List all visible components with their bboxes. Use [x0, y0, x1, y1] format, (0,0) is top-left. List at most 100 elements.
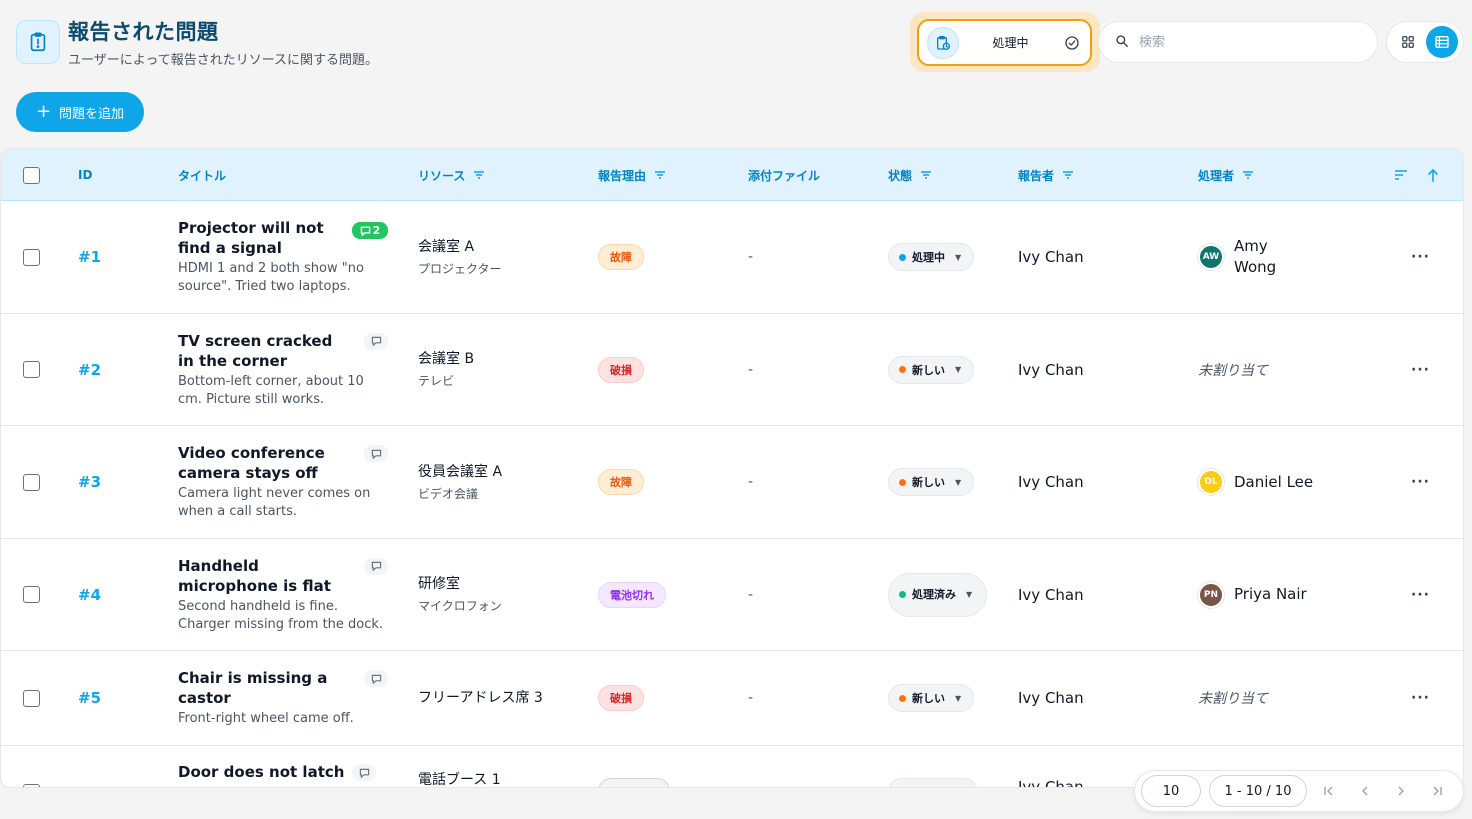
- status-dot: [899, 694, 906, 702]
- assignee-unassigned: 未割り当て: [1198, 362, 1268, 379]
- comment-icon: [360, 226, 370, 236]
- clipboard-clock-icon: [927, 26, 959, 59]
- resource-type: プロジェクター: [418, 261, 502, 276]
- resource-cell: 会議室 A プロジェクター: [418, 201, 502, 313]
- caret-down-icon: ▼: [966, 590, 973, 599]
- table-row[interactable]: #1 Projector will not find a signal 2 HD…: [1, 201, 1463, 314]
- assignee-name: Daniel Lee: [1234, 472, 1314, 491]
- status-filter-chip[interactable]: 処理中: [917, 19, 1092, 66]
- check-circle-icon[interactable]: [1062, 33, 1082, 53]
- resource-cell: 電話ブース 1: [418, 746, 501, 788]
- issue-id[interactable]: #5: [78, 651, 101, 745]
- issue-id[interactable]: #4: [78, 539, 101, 650]
- add-issue-button[interactable]: + 問題を追加: [16, 92, 144, 132]
- resource-type: テレビ: [418, 374, 455, 388]
- column-reason[interactable]: 報告理由: [598, 149, 666, 201]
- assignee-cell[interactable]: 未割り当て: [1198, 314, 1268, 425]
- plus-icon: +: [35, 101, 52, 122]
- table-row[interactable]: #3 Video conference camera stays off Cam…: [1, 426, 1463, 539]
- table-row[interactable]: #5 Chair is missing a castor Front-right…: [1, 651, 1463, 746]
- status-dropdown[interactable]: 新しい ▼: [888, 355, 975, 384]
- avatar: AW: [1198, 244, 1224, 270]
- column-attachments[interactable]: 添付ファイル: [748, 149, 820, 201]
- list-view-icon[interactable]: [1426, 26, 1458, 58]
- row-checkbox[interactable]: [23, 201, 40, 313]
- status-dot: [899, 591, 906, 598]
- issues-icon: [16, 20, 60, 64]
- more-actions-icon[interactable]: ···: [1411, 651, 1430, 745]
- status-dot: [899, 366, 906, 373]
- issue-id[interactable]: #1: [78, 201, 101, 313]
- page-title: 報告された問題: [68, 20, 219, 44]
- page-size-select[interactable]: 10: [1141, 775, 1201, 807]
- filter-icon[interactable]: [920, 170, 932, 180]
- issue-title[interactable]: Video conference camera stays off: [178, 443, 350, 483]
- status-label: 処理中: [912, 251, 945, 264]
- next-page-icon[interactable]: [1387, 777, 1415, 805]
- status-dropdown[interactable]: 新しい ▼: [888, 468, 975, 496]
- sort-asc-icon[interactable]: [1427, 149, 1439, 201]
- more-actions-icon[interactable]: ···: [1411, 426, 1430, 538]
- resource-cell: 会議室 B テレビ: [418, 314, 474, 425]
- column-status[interactable]: 状態: [888, 149, 932, 201]
- issue-title[interactable]: Projector will not find a signal: [178, 218, 350, 258]
- resource-name: 研修室: [418, 576, 460, 592]
- issue-id[interactable]: #2: [78, 314, 101, 425]
- table-row[interactable]: #4 Handheld microphone is flat Second ha…: [1, 539, 1463, 651]
- comment-icon[interactable]: [364, 445, 388, 462]
- issue-title[interactable]: Door does not latch: [178, 762, 344, 782]
- assignee-cell[interactable]: PN Priya Nair: [1198, 539, 1307, 650]
- row-checkbox[interactable]: [23, 539, 40, 650]
- issue-title-cell: Handheld microphone is flat Second handh…: [178, 539, 388, 650]
- status-dropdown[interactable]: 処理中 ▼: [888, 243, 975, 271]
- first-page-icon[interactable]: [1315, 777, 1343, 805]
- reporter-name: Ivy Chan: [1018, 248, 1084, 266]
- assignee-cell[interactable]: DL Daniel Lee: [1198, 426, 1313, 538]
- filter-icon[interactable]: [1242, 170, 1254, 180]
- attachments-value: -: [748, 474, 754, 490]
- resource-name: 電話ブース 1: [418, 772, 501, 788]
- status-dropdown[interactable]: 新しい ▼: [888, 684, 975, 712]
- reporter-name: Ivy Chan: [1018, 689, 1084, 707]
- status-dropdown[interactable]: 処理済み ▼: [888, 572, 988, 617]
- issue-title[interactable]: Handheld microphone is flat: [178, 556, 350, 596]
- row-checkbox[interactable]: [23, 746, 40, 787]
- column-reporter[interactable]: 報告者: [1018, 149, 1074, 201]
- grid-view-icon[interactable]: [1397, 31, 1419, 53]
- more-actions-icon[interactable]: ···: [1411, 314, 1430, 425]
- column-title[interactable]: タイトル: [178, 149, 226, 201]
- sort-lines-icon[interactable]: [1394, 149, 1408, 201]
- comment-icon[interactable]: [364, 332, 388, 350]
- column-resource[interactable]: リソース: [418, 149, 485, 201]
- filter-icon[interactable]: [654, 170, 666, 180]
- assignee-name: Priya Nair: [1234, 585, 1307, 603]
- comment-count-badge[interactable]: 2: [352, 222, 388, 239]
- comment-icon[interactable]: [364, 557, 388, 575]
- more-actions-icon[interactable]: ···: [1411, 201, 1430, 313]
- assignee-cell[interactable]: 未割り当て: [1198, 651, 1268, 745]
- issue-title[interactable]: TV screen cracked in the corner: [178, 331, 350, 371]
- last-page-icon[interactable]: [1423, 777, 1451, 805]
- row-checkbox[interactable]: [23, 314, 40, 425]
- resource-cell: 役員会議室 A ビデオ会議: [418, 426, 502, 538]
- prev-page-icon[interactable]: [1351, 777, 1379, 805]
- search-input[interactable]: [1139, 34, 1359, 50]
- column-assignee[interactable]: 処理者: [1198, 149, 1254, 201]
- row-checkbox[interactable]: [23, 426, 40, 538]
- comment-icon[interactable]: [364, 670, 388, 687]
- status-dropdown[interactable]: [888, 778, 978, 787]
- row-checkbox[interactable]: [23, 651, 40, 745]
- more-actions-icon[interactable]: ···: [1411, 539, 1430, 650]
- resource-type: ビデオ会議: [418, 486, 479, 501]
- comment-icon[interactable]: [352, 764, 377, 781]
- issue-title[interactable]: Chair is missing a castor: [178, 668, 350, 708]
- column-id[interactable]: ID: [78, 149, 92, 201]
- filter-icon[interactable]: [1062, 170, 1074, 180]
- reason-badge: 破損: [598, 356, 644, 383]
- table-row[interactable]: #2 TV screen cracked in the corner Botto…: [1, 314, 1463, 426]
- assignee-cell[interactable]: AW Amy Wong: [1198, 201, 1294, 313]
- select-all-checkbox[interactable]: [23, 149, 40, 201]
- issue-id[interactable]: #3: [78, 426, 101, 538]
- filter-icon[interactable]: [473, 170, 485, 180]
- resource-type: マイクロフォン: [418, 599, 502, 613]
